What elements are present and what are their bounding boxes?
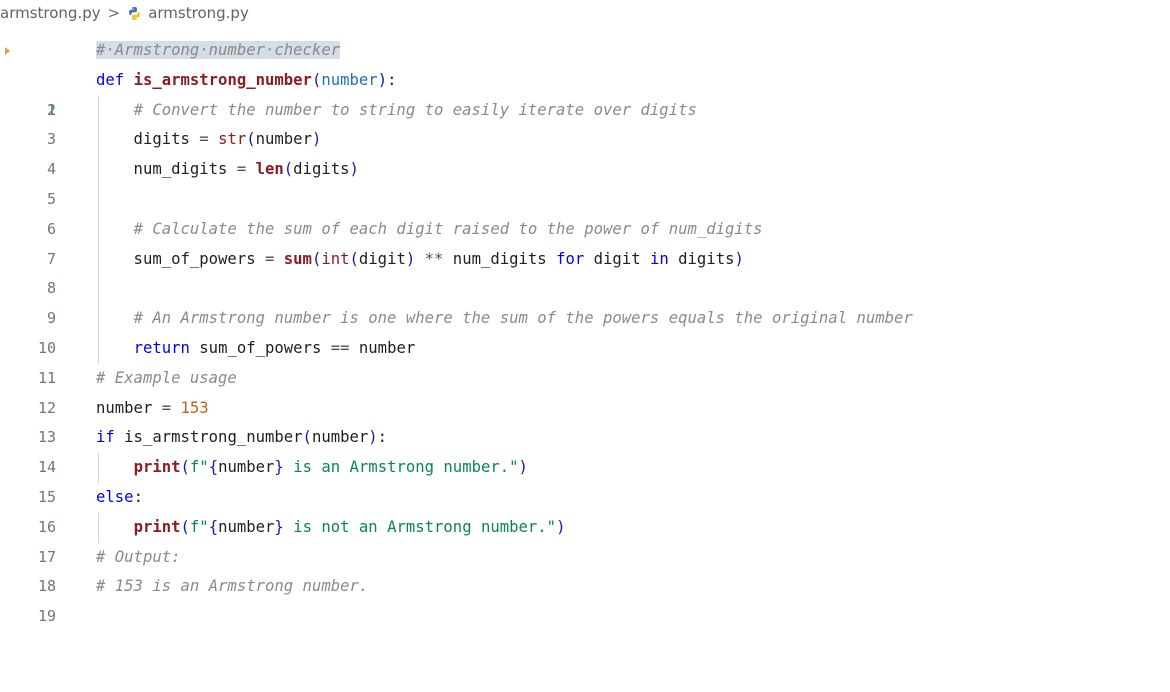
- code-line[interactable]: 6: [0, 184, 1170, 238]
- code-text[interactable]: return sum_of_powers == number: [96, 334, 416, 364]
- breadcrumb-file[interactable]: armstrong.py: [148, 4, 249, 22]
- indent-guide: [98, 274, 99, 305]
- code-text[interactable]: else:: [96, 483, 143, 513]
- code-line[interactable]: 16 else:: [0, 483, 1170, 536]
- code-text[interactable]: sum_of_powers = sum(int(digit) ** num_di…: [96, 245, 744, 275]
- code-text[interactable]: if is_armstrong_number(number):: [96, 423, 387, 453]
- code-line[interactable]: 19 # 153 is an Armstrong number.: [0, 572, 1170, 625]
- code-text[interactable]: # Convert the number to string to easily…: [96, 96, 697, 126]
- code-line[interactable]: 3 # Convert the number to string to easi…: [0, 95, 1170, 148]
- code-text[interactable]: #·Armstrong·number·checker: [96, 36, 341, 66]
- code-text[interactable]: print(f"{number} is an Armstrong number.…: [96, 453, 528, 483]
- code-text[interactable]: def is_armstrong_number(number):: [96, 66, 396, 96]
- code-line[interactable]: 13 number = 153: [0, 394, 1170, 447]
- code-line[interactable]: 11 return sum_of_powers == number: [0, 333, 1170, 387]
- breadcrumb-folder[interactable]: armstrong.py: [0, 4, 101, 22]
- code-line[interactable]: 4 digits = str(number): [0, 125, 1170, 178]
- code-text[interactable]: print(f"{number} is not an Armstrong num…: [96, 513, 566, 543]
- code-line[interactable]: 2 def is_armstrong_number(number):: [0, 66, 1170, 119]
- code-line[interactable]: 15 print(f"{number} is an Armstrong numb…: [0, 453, 1170, 506]
- code-text[interactable]: # Calculate the sum of each digit raised…: [96, 215, 763, 245]
- code-line[interactable]: 10 # An Armstrong number is one where th…: [0, 304, 1170, 357]
- line-number: 19: [37, 607, 56, 626]
- code-text[interactable]: number = 153: [96, 394, 209, 424]
- code-text[interactable]: # An Armstrong number is one where the s…: [96, 304, 913, 334]
- code-text[interactable]: # 153 is an Armstrong number.: [96, 572, 368, 602]
- code-line[interactable]: 5 num_digits = len(digits): [0, 155, 1170, 208]
- python-file-icon: [129, 6, 141, 20]
- code-text[interactable]: # Example usage: [96, 364, 237, 394]
- code-text[interactable]: digits = str(number): [96, 125, 322, 155]
- code-line[interactable]: 12 # Example usage: [0, 364, 1170, 417]
- code-editor[interactable]: 1 #·Armstrong·number·checker 2 def is_ar…: [0, 36, 1170, 625]
- code-line[interactable]: 9: [0, 274, 1170, 327]
- code-line[interactable]: 7 # Calculate the sum of each digit rais…: [0, 214, 1170, 268]
- breadcrumb-separator: >: [107, 4, 121, 22]
- code-line[interactable]: 1 #·Armstrong·number·checker: [0, 36, 1170, 119]
- code-line[interactable]: 8 sum_of_powers = sum(int(digit) ** num_…: [0, 244, 1170, 297]
- code-text[interactable]: num_digits = len(digits): [96, 155, 359, 185]
- code-line[interactable]: 14 if is_armstrong_number(number):: [0, 423, 1170, 476]
- code-text[interactable]: # Output:: [96, 543, 181, 573]
- breadcrumb: armstrong.py > armstrong.py: [0, 0, 249, 26]
- code-line[interactable]: 18 # Output:: [0, 543, 1170, 596]
- indent-guide: [98, 184, 99, 215]
- code-line[interactable]: 17 print(f"{number} is not an Armstrong …: [0, 512, 1170, 566]
- breakpoint-arrow-icon: [5, 47, 10, 55]
